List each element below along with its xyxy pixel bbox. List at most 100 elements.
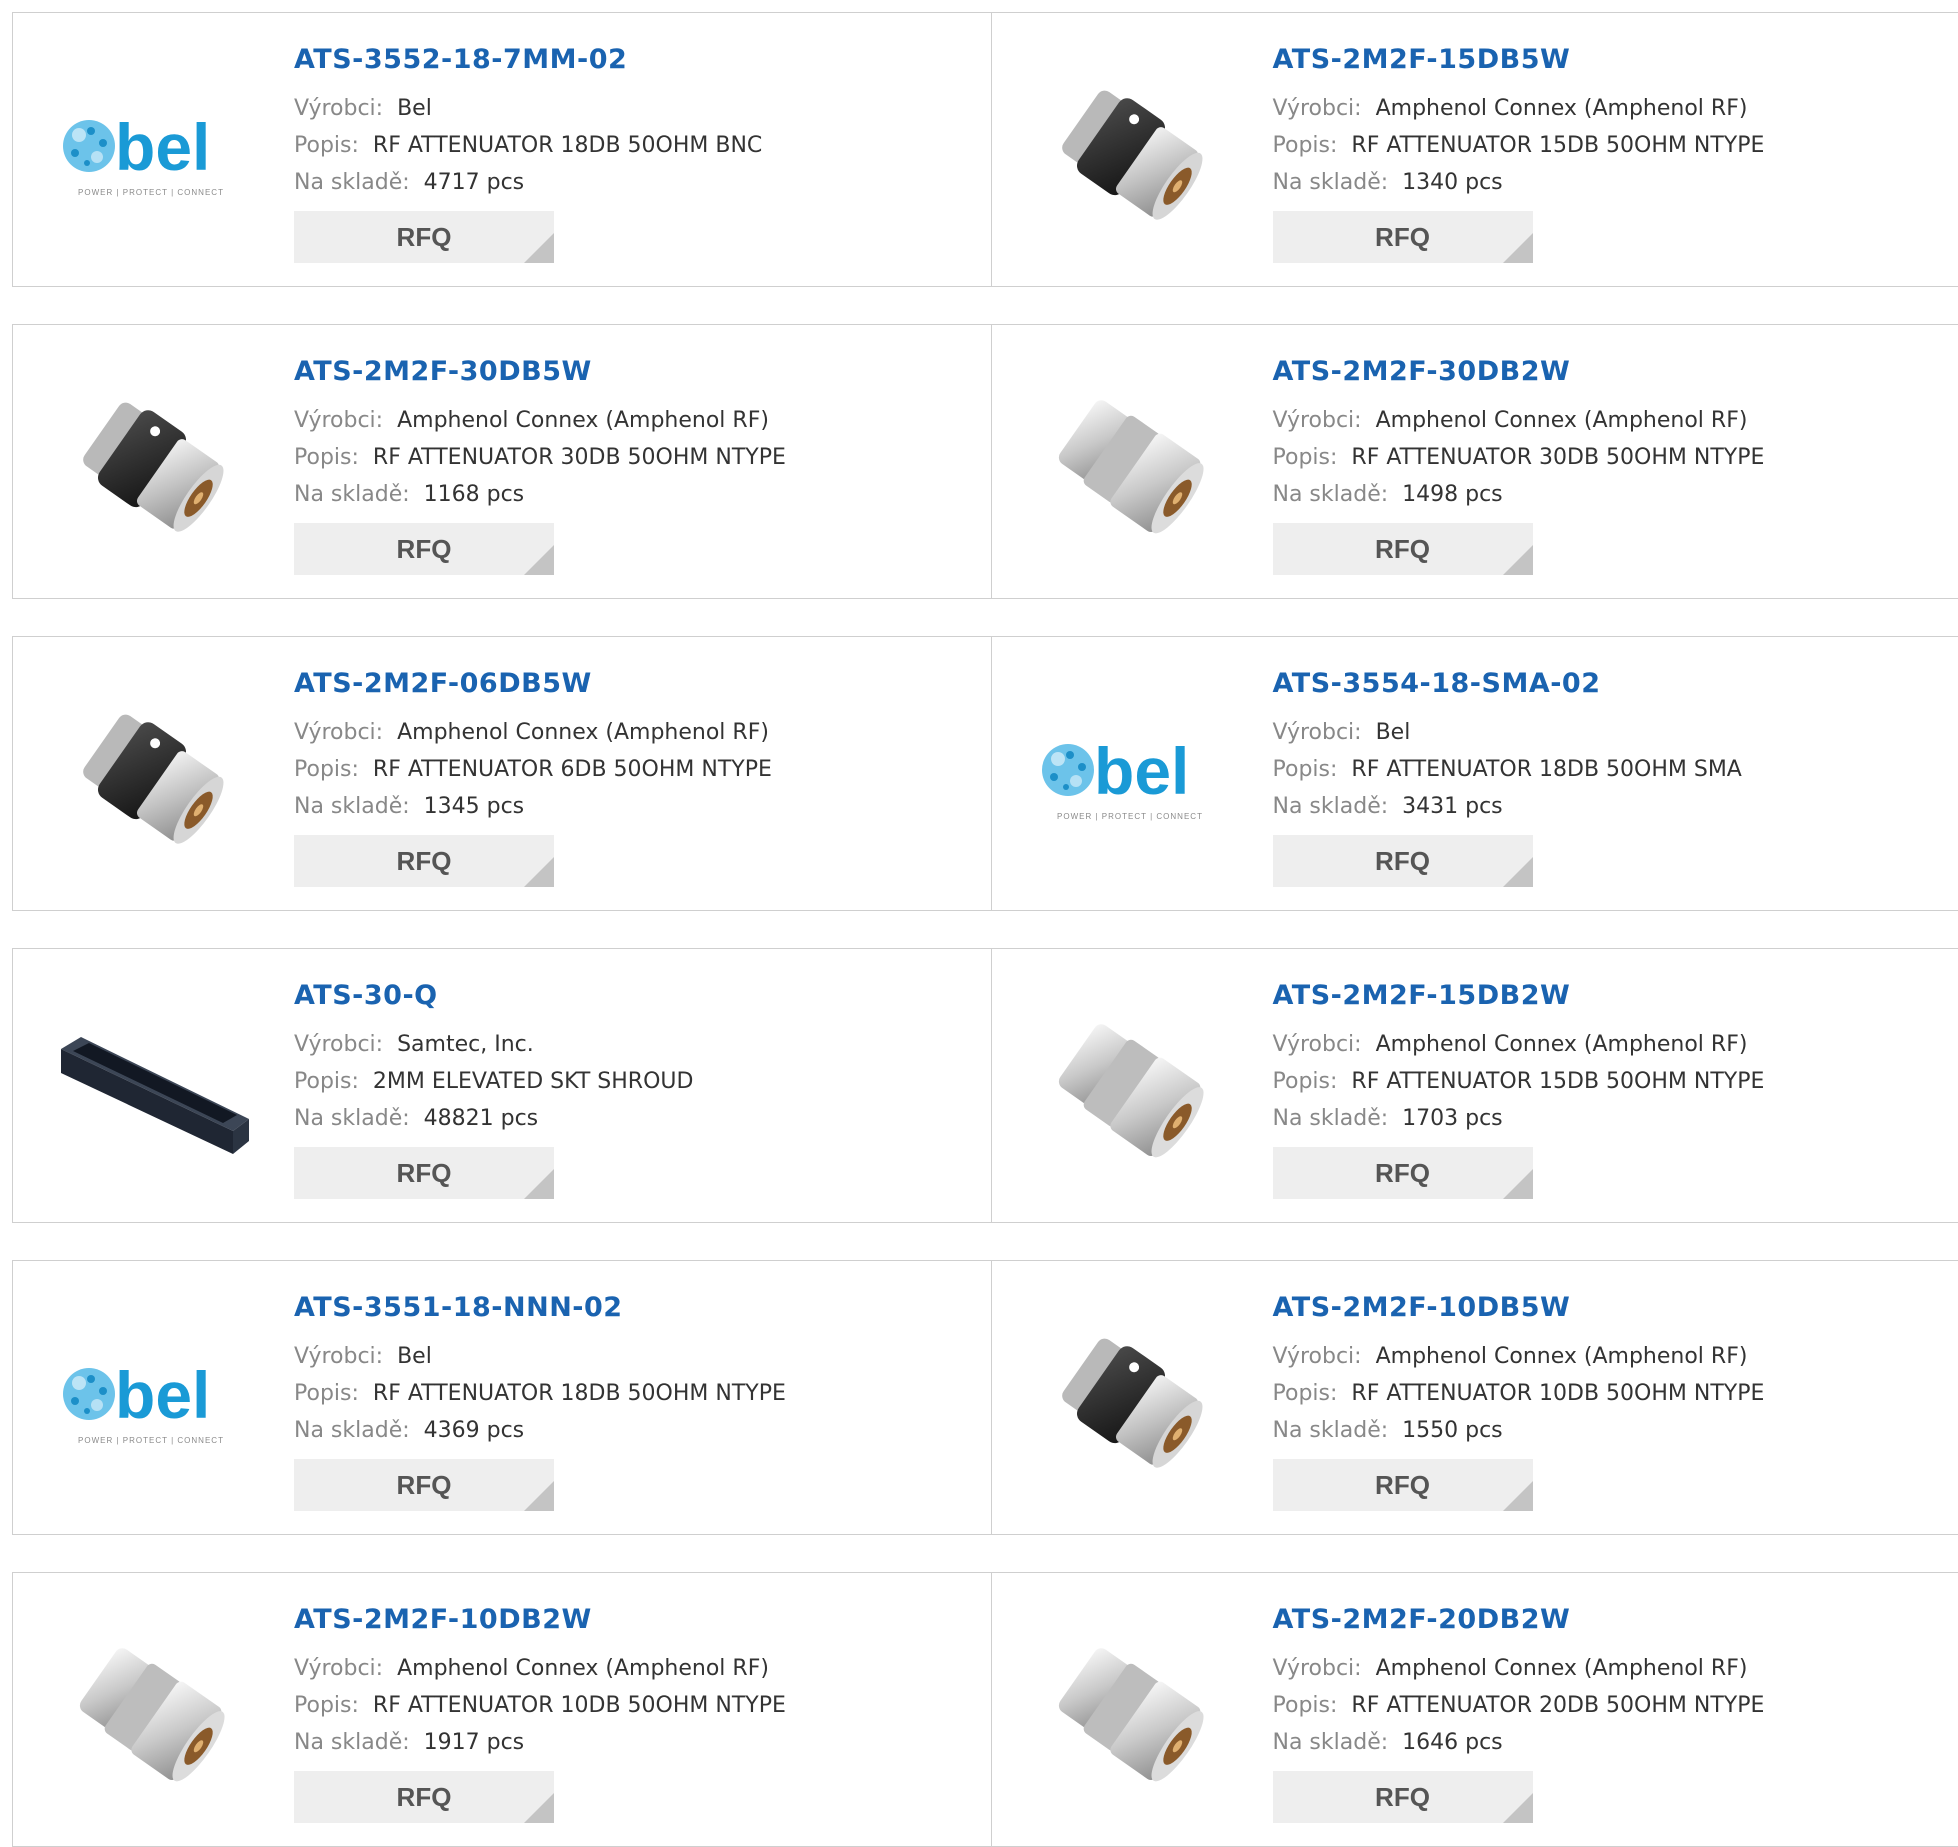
description-value: RF ATTENUATOR 15DB 50OHM NTYPE [1351, 133, 1764, 158]
product-image[interactable] [51, 989, 251, 1189]
manufacturer-value: Amphenol Connex (Amphenol RF) [1376, 408, 1748, 433]
rfq-button[interactable]: RFQ [294, 211, 554, 263]
part-number-link[interactable]: ATS-2M2F-30DB5W [294, 355, 786, 389]
product-image[interactable] [1030, 1301, 1230, 1501]
description-line: Popis:RF ATTENUATOR 30DB 50OHM NTYPE [1273, 439, 1765, 476]
stock-value: 1498 pcs [1402, 482, 1503, 507]
part-number-link[interactable]: ATS-2M2F-06DB5W [294, 667, 772, 701]
product-image[interactable]: bel POWER | PROTECT | CONNECT [1030, 677, 1230, 877]
product-info: ATS-2M2F-30DB5W Výrobci:Amphenol Connex … [294, 355, 786, 575]
product-image[interactable] [51, 365, 251, 565]
rfq-button[interactable]: RFQ [294, 835, 554, 887]
stock-line: Na skladě:1345 pcs [294, 788, 772, 825]
stock-line: Na skladě:1646 pcs [1273, 1724, 1765, 1761]
part-number-link[interactable]: ATS-2M2F-10DB2W [294, 1603, 786, 1637]
product-image[interactable] [1030, 53, 1230, 253]
product-image[interactable] [1030, 365, 1230, 565]
rfq-corner-decoration [524, 857, 554, 887]
description-line: Popis:RF ATTENUATOR 18DB 50OHM NTYPE [294, 1375, 786, 1412]
product-card: ATS-30-Q Výrobci:Samtec, Inc. Popis:2MM … [13, 949, 991, 1222]
rfq-button[interactable]: RFQ [1273, 835, 1533, 887]
rfq-button[interactable]: RFQ [1273, 1771, 1533, 1823]
product-row: bel POWER | PROTECT | CONNECT ATS-3551-1… [12, 1260, 1958, 1535]
rfq-button-label: RFQ [1375, 846, 1430, 877]
part-number-link[interactable]: ATS-2M2F-15DB5W [1273, 43, 1765, 77]
product-image[interactable] [1030, 989, 1230, 1189]
stock-line: Na skladě:1703 pcs [1273, 1100, 1765, 1137]
rfq-button[interactable]: RFQ [1273, 211, 1533, 263]
product-row: ATS-2M2F-30DB5W Výrobci:Amphenol Connex … [12, 324, 1958, 599]
part-number-link[interactable]: ATS-2M2F-20DB2W [1273, 1603, 1765, 1637]
rfq-button[interactable]: RFQ [294, 1459, 554, 1511]
manufacturer-label: Výrobci: [294, 408, 383, 433]
product-image[interactable] [51, 1613, 251, 1813]
manufacturer-label: Výrobci: [1273, 1032, 1362, 1057]
part-number-link[interactable]: ATS-2M2F-30DB2W [1273, 355, 1765, 389]
stock-value: 1168 pcs [424, 482, 525, 507]
product-card: bel POWER | PROTECT | CONNECT ATS-3551-1… [13, 1261, 991, 1534]
manufacturer-value: Amphenol Connex (Amphenol RF) [397, 1656, 769, 1681]
part-number-link[interactable]: ATS-3554-18-SMA-02 [1273, 667, 1742, 701]
rfq-button-label: RFQ [397, 534, 452, 565]
description-line: Popis:RF ATTENUATOR 15DB 50OHM NTYPE [1273, 1063, 1765, 1100]
manufacturer-line: Výrobci:Amphenol Connex (Amphenol RF) [294, 402, 786, 439]
manufacturer-label: Výrobci: [294, 96, 383, 121]
rfq-corner-decoration [1503, 1793, 1533, 1823]
manufacturer-line: Výrobci:Amphenol Connex (Amphenol RF) [1273, 1650, 1765, 1687]
description-value: RF ATTENUATOR 6DB 50OHM NTYPE [373, 757, 772, 782]
part-number-link[interactable]: ATS-2M2F-15DB2W [1273, 979, 1765, 1013]
description-value: RF ATTENUATOR 30DB 50OHM NTYPE [1351, 445, 1764, 470]
svg-text:bel: bel [1094, 734, 1189, 808]
product-info: ATS-2M2F-15DB2W Výrobci:Amphenol Connex … [1273, 979, 1765, 1199]
manufacturer-line: Výrobci:Bel [1273, 714, 1742, 751]
stock-label: Na skladě: [1273, 1106, 1389, 1131]
manufacturer-line: Výrobci:Amphenol Connex (Amphenol RF) [1273, 402, 1765, 439]
description-label: Popis: [294, 1381, 359, 1406]
product-image[interactable]: bel POWER | PROTECT | CONNECT [51, 53, 251, 253]
stock-label: Na skladě: [1273, 1730, 1389, 1755]
part-number-link[interactable]: ATS-2M2F-10DB5W [1273, 1291, 1765, 1325]
stock-line: Na skladě:3431 pcs [1273, 788, 1742, 825]
manufacturer-line: Výrobci:Amphenol Connex (Amphenol RF) [294, 1650, 786, 1687]
manufacturer-line: Výrobci:Amphenol Connex (Amphenol RF) [1273, 1026, 1765, 1063]
rfq-button-label: RFQ [397, 222, 452, 253]
rfq-button-label: RFQ [1375, 1158, 1430, 1189]
product-card: bel POWER | PROTECT | CONNECT ATS-3552-1… [13, 13, 991, 286]
manufacturer-value: Amphenol Connex (Amphenol RF) [1376, 96, 1748, 121]
stock-value: 1917 pcs [424, 1730, 525, 1755]
description-label: Popis: [1273, 1693, 1338, 1718]
product-image[interactable] [1030, 1613, 1230, 1813]
rfq-button[interactable]: RFQ [294, 1147, 554, 1199]
part-number-link[interactable]: ATS-30-Q [294, 979, 693, 1013]
description-line: Popis:RF ATTENUATOR 10DB 50OHM NTYPE [1273, 1375, 1765, 1412]
rfq-button[interactable]: RFQ [1273, 1459, 1533, 1511]
svg-text:POWER | PROTECT | CONNECT: POWER | PROTECT | CONNECT [78, 188, 224, 197]
product-info: ATS-2M2F-30DB2W Výrobci:Amphenol Connex … [1273, 355, 1765, 575]
rfq-button[interactable]: RFQ [294, 1771, 554, 1823]
product-image[interactable] [51, 677, 251, 877]
stock-label: Na skladě: [294, 1730, 410, 1755]
product-card: ATS-2M2F-10DB5W Výrobci:Amphenol Connex … [991, 1261, 1958, 1534]
rfq-corner-decoration [524, 545, 554, 575]
rfq-corner-decoration [524, 1793, 554, 1823]
description-value: RF ATTENUATOR 15DB 50OHM NTYPE [1351, 1069, 1764, 1094]
rfq-button-label: RFQ [1375, 1782, 1430, 1813]
product-image[interactable]: bel POWER | PROTECT | CONNECT [51, 1301, 251, 1501]
part-number-link[interactable]: ATS-3551-18-NNN-02 [294, 1291, 786, 1325]
stock-value: 1345 pcs [424, 794, 525, 819]
manufacturer-value: Bel [397, 1344, 432, 1369]
description-label: Popis: [1273, 133, 1338, 158]
part-number-link[interactable]: ATS-3552-18-7MM-02 [294, 43, 762, 77]
description-label: Popis: [1273, 1381, 1338, 1406]
rfq-button[interactable]: RFQ [1273, 523, 1533, 575]
stock-label: Na skladě: [294, 1418, 410, 1443]
product-info: ATS-30-Q Výrobci:Samtec, Inc. Popis:2MM … [294, 979, 693, 1199]
product-info: ATS-3552-18-7MM-02 Výrobci:Bel Popis:RF … [294, 43, 762, 263]
description-label: Popis: [1273, 757, 1338, 782]
rfq-button[interactable]: RFQ [1273, 1147, 1533, 1199]
svg-text:bel: bel [115, 1358, 210, 1432]
stock-line: Na skladě:48821 pcs [294, 1100, 693, 1137]
rfq-button[interactable]: RFQ [294, 523, 554, 575]
manufacturer-label: Výrobci: [294, 1344, 383, 1369]
rfq-corner-decoration [1503, 233, 1533, 263]
